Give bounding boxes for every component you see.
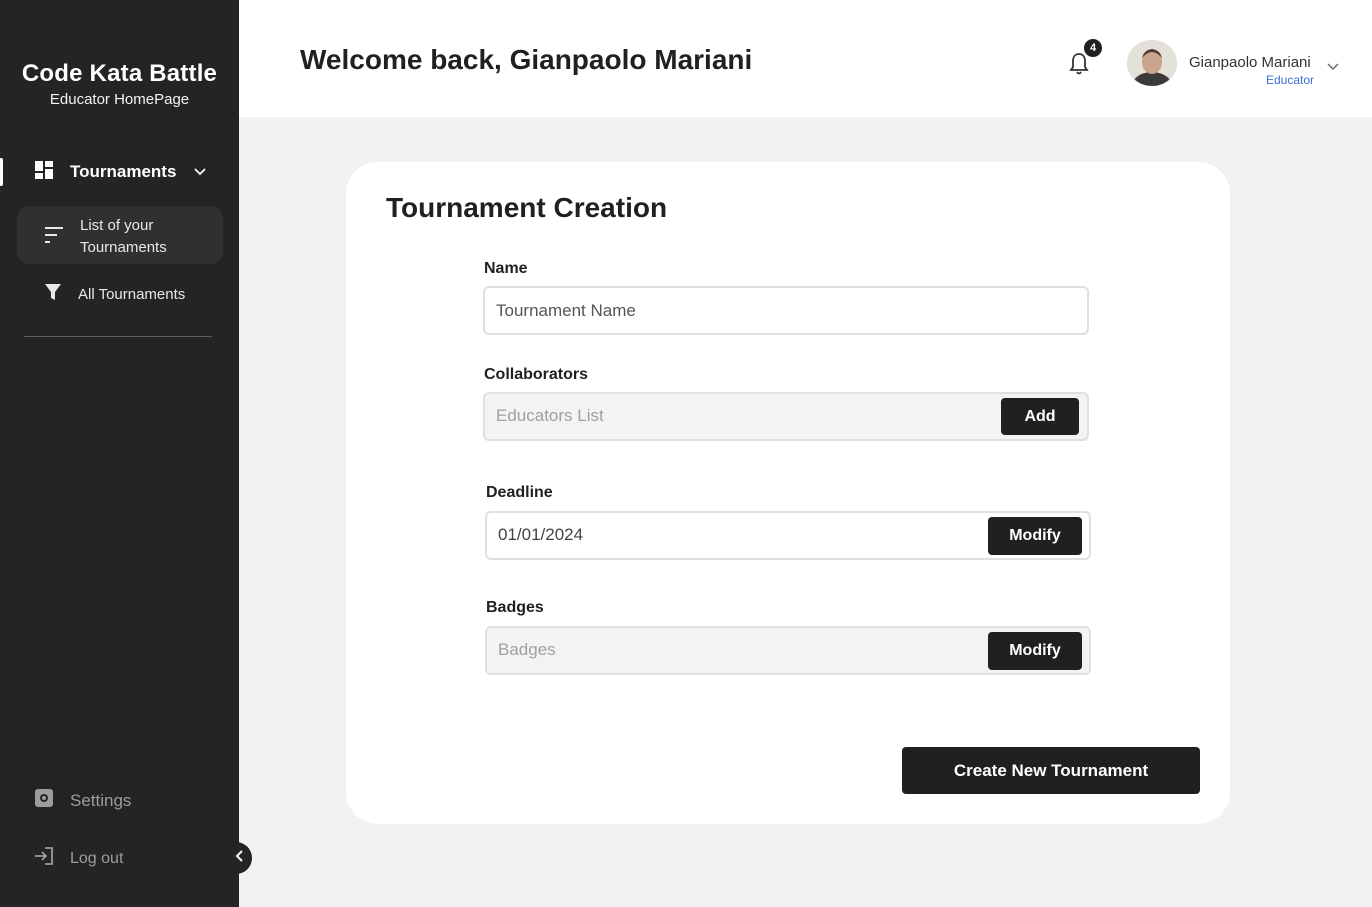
modify-badges-button[interactable]: Modify — [988, 632, 1082, 670]
nav-list-your-tournaments[interactable]: List of your Tournaments — [17, 206, 223, 264]
brand-subtitle: Educator HomePage — [49, 91, 190, 108]
gear-icon — [34, 788, 54, 813]
nav-all-label: All Tournaments — [78, 285, 186, 303]
tournament-creation-card: Tournament Creation Name Collaborators E… — [346, 162, 1230, 824]
card-title: Tournament Creation — [386, 192, 668, 223]
brand-title: Code Kata Battle — [21, 60, 218, 87]
sidebar-divider — [24, 336, 212, 337]
collaborators-field[interactable]: Educators List — [483, 392, 1089, 441]
chevron-left-icon — [235, 849, 243, 867]
sort-lines-icon — [45, 226, 65, 249]
active-nav-indicator — [0, 158, 3, 186]
tournament-name-input[interactable] — [483, 286, 1089, 335]
collaborators-placeholder: Educators List — [496, 406, 604, 425]
settings-label: Settings — [70, 790, 132, 810]
nav-tournaments[interactable]: Tournaments — [34, 158, 214, 186]
chevron-down-icon[interactable] — [194, 163, 206, 181]
deadline-label: Deadline — [486, 484, 553, 501]
dashboard-icon — [34, 160, 54, 185]
top-header: Welcome back, Gianpaolo Mariani 4 Gianpa… — [239, 0, 1372, 117]
settings-link[interactable]: Settings — [34, 788, 131, 813]
add-collaborator-button[interactable]: Add — [1001, 398, 1079, 435]
nav-all-tournaments[interactable]: All Tournaments — [44, 282, 214, 306]
user-role: Educator — [1266, 73, 1315, 87]
notification-badge: 4 — [1082, 37, 1104, 59]
modify-deadline-button[interactable]: Modify — [988, 517, 1082, 555]
nav-tournaments-label: Tournaments — [70, 162, 177, 181]
badges-label: Badges — [486, 599, 544, 616]
brand: Code Kata Battle Educator HomePage — [0, 60, 239, 108]
create-tournament-button[interactable]: Create New Tournament — [902, 747, 1200, 794]
avatar[interactable] — [1127, 40, 1177, 86]
sidebar: Code Kata Battle Educator HomePage Tourn… — [0, 0, 239, 907]
collaborators-label: Collaborators — [484, 366, 589, 383]
logout-label: Log out — [70, 849, 124, 867]
deadline-value: 01/01/2024 — [498, 525, 584, 544]
logout-link[interactable]: Log out — [34, 846, 123, 871]
filter-icon — [44, 283, 62, 306]
collapse-sidebar-button[interactable] — [226, 842, 252, 874]
nav-list-label: List of your Tournaments — [80, 217, 167, 256]
logout-icon — [34, 846, 54, 871]
welcome-heading: Welcome back, Gianpaolo Mariani — [300, 44, 753, 75]
chevron-down-icon[interactable] — [1327, 58, 1339, 76]
name-label: Name — [484, 260, 528, 277]
badges-placeholder: Badges — [498, 640, 556, 659]
user-name: Gianpaolo Mariani — [1189, 54, 1311, 71]
